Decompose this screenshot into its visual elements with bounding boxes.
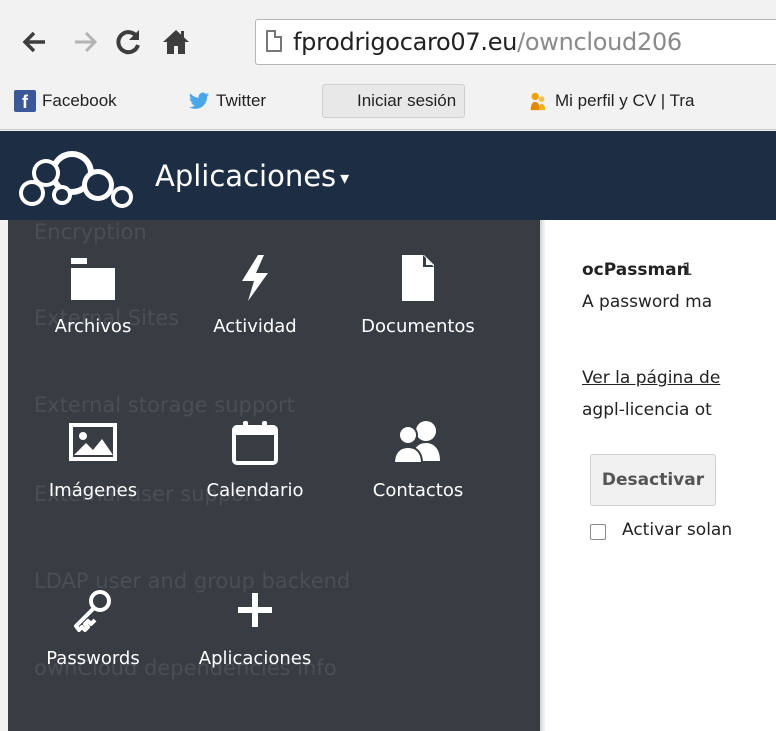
deactivate-button[interactable]: Desactivar (590, 454, 716, 506)
bookmark-label: Twitter (216, 91, 267, 110)
bookmark-facebook[interactable]: f Facebook (14, 84, 117, 118)
arrow-left-icon (22, 31, 45, 53)
browser-toolbar: fprodrigocaro07.eu/owncloud206 (0, 0, 776, 74)
profile-icon (530, 92, 546, 111)
menu-item-label: Documentos (361, 316, 475, 337)
app-menu-label: Aplicaciones (155, 159, 337, 193)
app-name: ocPassman (582, 260, 689, 280)
forward-button[interactable] (68, 22, 104, 68)
page-icon (266, 30, 282, 52)
menu-item-label: Archivos (54, 316, 132, 337)
app-header: Aplicaciones ▾ (0, 131, 776, 220)
menu-item-label: Contactos (372, 480, 464, 501)
arrow-right-icon (75, 31, 98, 53)
menu-item-passwords[interactable]: Passwords (8, 578, 178, 698)
app-version: 1 (682, 260, 693, 280)
twitter-icon (188, 92, 210, 109)
panel-shadow (540, 220, 546, 731)
menu-item-label: Aplicaciones (198, 648, 312, 669)
app-description: A password ma (582, 292, 713, 312)
image-icon (69, 423, 117, 461)
bookmarks-bar: f Facebook Twitter Iniciar sesión Mi per… (0, 74, 776, 130)
bookmark-label: Iniciar sesión (357, 91, 457, 110)
app-license: agpl-licencia ot (582, 400, 712, 420)
back-button[interactable] (16, 22, 52, 68)
checkbox-label: Activar solan (622, 520, 733, 540)
app-detail-panel: ocPassman 1 A password ma Ver la página … (540, 220, 776, 731)
background-list-item: Encryption (34, 220, 147, 244)
plus-icon (238, 593, 272, 627)
bookmark-label: Facebook (42, 91, 117, 110)
caret-down-icon: ▾ (340, 167, 350, 189)
menu-item-label: Calendario (206, 480, 304, 501)
home-button[interactable] (158, 22, 194, 68)
menu-item-documentos[interactable]: Documentos (333, 246, 503, 366)
bookmark-label: Mi perfil y CV | Tra (555, 91, 695, 110)
reload-icon (116, 30, 140, 55)
lightning-icon (242, 255, 268, 301)
menu-item-contactos[interactable]: Contactos (333, 410, 503, 530)
document-icon (402, 255, 434, 301)
menu-item-label: Actividad (213, 316, 297, 337)
folder-icon (71, 258, 115, 300)
home-icon (163, 30, 189, 54)
menu-item-calendario[interactable]: Calendario (170, 410, 340, 530)
contacts-icon (392, 421, 440, 464)
owncloud-logo-icon[interactable] (16, 143, 144, 209)
app-website-link[interactable]: Ver la página de (582, 368, 720, 388)
enable-only-for-groups-checkbox[interactable] (590, 524, 606, 540)
menu-item-label: Passwords (46, 648, 140, 669)
microsoft-icon (329, 90, 351, 112)
address-bar[interactable]: fprodrigocaro07.eu/owncloud206 (255, 19, 776, 65)
reload-button[interactable] (110, 22, 146, 69)
apps-menu: Encryption External Sites External stora… (8, 220, 540, 731)
menu-item-label: Imágenes (48, 480, 138, 501)
bookmark-iniciar-sesion[interactable]: Iniciar sesión (322, 84, 466, 118)
calendar-icon (232, 421, 278, 465)
menu-item-actividad[interactable]: Actividad (170, 246, 340, 366)
facebook-icon: f (14, 90, 36, 112)
menu-item-archivos[interactable]: Archivos (8, 246, 178, 366)
bookmark-mi-perfil[interactable]: Mi perfil y CV | Tra (527, 84, 695, 118)
menu-item-aplicaciones[interactable]: Aplicaciones (170, 578, 340, 698)
key-icon (74, 590, 111, 632)
url-text: fprodrigocaro07.eu/owncloud206 (293, 28, 682, 56)
menu-item-imagenes[interactable]: Imágenes (8, 410, 178, 530)
bookmark-twitter[interactable]: Twitter (188, 84, 266, 118)
app-menu-toggle[interactable]: Aplicaciones ▾ (155, 159, 349, 193)
